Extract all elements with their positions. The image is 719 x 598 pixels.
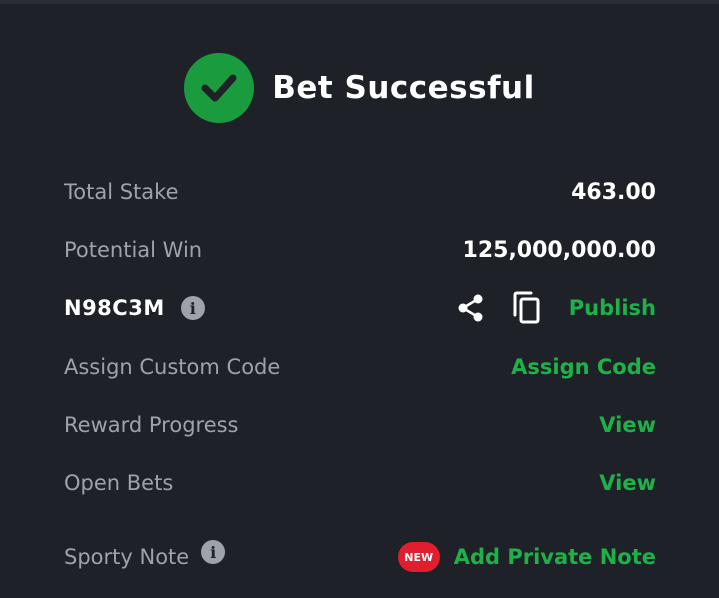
reward-progress-row: Reward Progress View	[64, 408, 656, 442]
total-stake-row: Total Stake 463.00	[64, 175, 656, 209]
booking-code-row: N98C3M i Publish	[64, 291, 656, 325]
open-bets-row: Open Bets View	[64, 466, 656, 500]
open-bets-view-link[interactable]: View	[599, 471, 656, 495]
assign-code-button[interactable]: Assign Code	[511, 355, 656, 379]
top-divider	[0, 0, 719, 4]
sporty-note-info-icon[interactable]: i	[201, 540, 226, 564]
reward-progress-view-link[interactable]: View	[599, 413, 656, 437]
copy-icon[interactable]	[511, 291, 543, 325]
add-private-note-button[interactable]: Add Private Note	[454, 545, 656, 569]
sporty-note-label: Sporty Note	[64, 545, 190, 569]
success-header: Bet Successful	[0, 52, 719, 124]
potential-win-value: 125,000,000.00	[462, 237, 656, 263]
potential-win-row: Potential Win 125,000,000.00	[64, 233, 656, 267]
potential-win-label: Potential Win	[64, 238, 203, 262]
publish-button[interactable]: Publish	[569, 296, 656, 320]
check-circle-icon	[184, 53, 255, 123]
total-stake-label: Total Stake	[64, 180, 179, 204]
custom-code-row: Assign Custom Code Assign Code	[64, 350, 656, 384]
sporty-note-row: Sporty Note i NEW Add Private Note	[64, 540, 656, 574]
open-bets-label: Open Bets	[64, 471, 174, 495]
new-badge: NEW	[397, 542, 440, 572]
page-title: Bet Successful	[272, 70, 535, 106]
reward-progress-label: Reward Progress	[64, 413, 239, 437]
custom-code-label: Assign Custom Code	[64, 355, 281, 379]
booking-code: N98C3M	[64, 296, 165, 320]
share-icon[interactable]	[455, 292, 487, 324]
total-stake-value: 463.00	[571, 179, 656, 205]
info-icon[interactable]: i	[180, 296, 205, 320]
